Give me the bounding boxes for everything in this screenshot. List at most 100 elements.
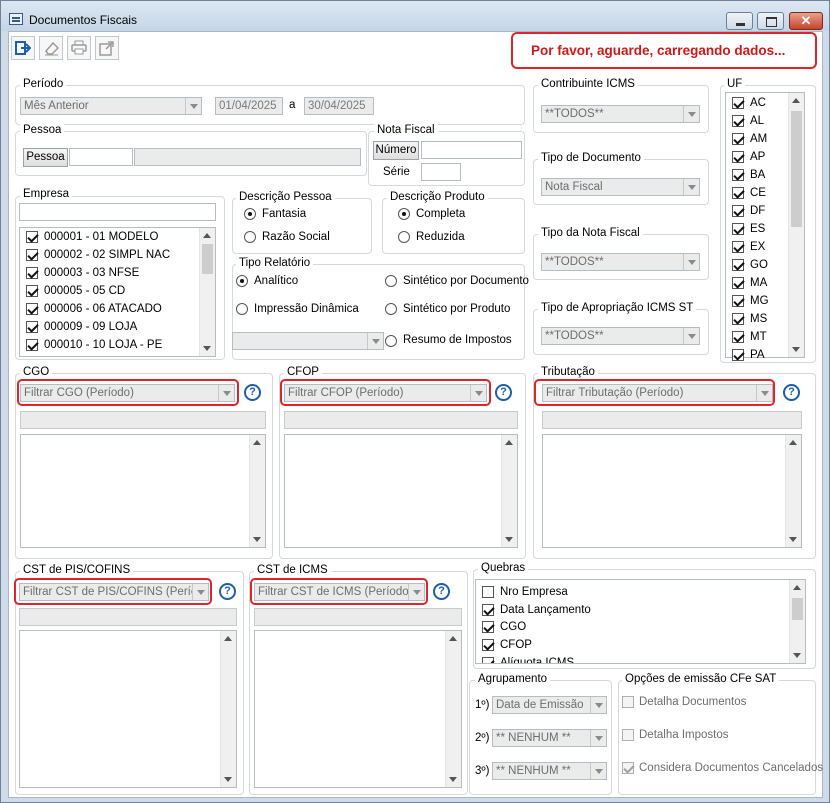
quebras-checkbox[interactable] <box>482 603 494 616</box>
cst-pis-filter-select[interactable]: Filtrar CST de PIS/COFINS (Período) <box>19 583 209 601</box>
sintetico-documento-radio[interactable] <box>385 275 397 287</box>
quebras-checkbox[interactable] <box>482 621 494 634</box>
empresa-checkbox[interactable] <box>26 285 38 297</box>
uf-checkbox[interactable] <box>732 169 744 181</box>
cgo-filter-select[interactable]: Filtrar CGO (Período) <box>20 384 235 402</box>
minimize-button[interactable] <box>726 12 753 30</box>
empresa-scrollbar[interactable] <box>199 228 215 356</box>
maximize-button[interactable] <box>757 12 784 30</box>
completa-radio[interactable] <box>398 208 410 220</box>
tipo-apropriacao-select[interactable]: **TODOS** <box>541 327 700 345</box>
empresa-checkbox[interactable] <box>26 339 38 351</box>
empresa-checkbox[interactable] <box>26 249 38 261</box>
quebras-checkbox[interactable] <box>482 656 494 663</box>
quebras-checkbox[interactable] <box>482 586 494 598</box>
uf-checkbox[interactable] <box>732 133 744 145</box>
quebras-list[interactable]: Nro Empresa Data Lançamento CGO CFOP Alíquot… <box>475 579 806 664</box>
uf-checkbox[interactable] <box>732 115 744 127</box>
uf-checkbox[interactable] <box>732 151 744 163</box>
empresa-list[interactable]: 000001 - 01 MODELO 000002 - 02 SIMPL NAC 0… <box>19 227 216 357</box>
fantasia-radio[interactable] <box>244 208 256 220</box>
empresa-checkbox[interactable] <box>26 231 38 243</box>
uf-checkbox[interactable] <box>732 97 744 109</box>
empresa-filter-field[interactable] <box>19 203 216 221</box>
cst-pis-help-icon[interactable]: ? <box>219 583 236 600</box>
scroll-thumb[interactable] <box>202 244 213 274</box>
uf-checkbox[interactable] <box>732 205 744 217</box>
reduzida-radio[interactable] <box>398 231 410 243</box>
cst-icms-filter-select[interactable]: Filtrar CST de ICMS (Período) <box>254 583 425 601</box>
detalha-impostos-checkbox[interactable] <box>622 729 634 741</box>
detalha-documentos-checkbox[interactable] <box>622 696 634 708</box>
tributacao-help-icon[interactable]: ? <box>783 384 800 401</box>
tipo-apropriacao-label: Tipo de Apropriação ICMS ST <box>538 302 697 314</box>
contribuinte-select[interactable]: **TODOS** <box>541 105 700 123</box>
cst-icms-scrollbar[interactable] <box>445 631 461 787</box>
print-button[interactable] <box>67 36 91 60</box>
serie-field[interactable] <box>421 163 461 181</box>
numero-button[interactable]: Número <box>373 141 419 160</box>
pessoa-code-field[interactable] <box>69 148 133 166</box>
uf-checkbox[interactable] <box>732 187 744 199</box>
quebras-scrollbar[interactable] <box>789 580 805 663</box>
analitico-radio[interactable] <box>236 275 248 287</box>
agrup-3-select[interactable]: ** NENHUM ** <box>492 762 607 780</box>
tributacao-filter-select[interactable]: Filtrar Tributação (Período) <box>542 384 773 402</box>
cfop-list[interactable] <box>284 434 518 548</box>
cst-icms-help-icon[interactable]: ? <box>433 583 450 600</box>
agrup-2-ord: 2º) <box>475 732 490 744</box>
cfop-filter-select[interactable]: Filtrar CFOP (Período) <box>284 384 487 402</box>
cst-pis-list[interactable] <box>19 630 237 788</box>
numero-field[interactable] <box>421 141 522 159</box>
descricao-pessoa-group <box>232 198 372 254</box>
cgo-list[interactable] <box>20 434 266 548</box>
uf-checkbox[interactable] <box>732 313 744 325</box>
uf-checkbox[interactable] <box>732 295 744 307</box>
sintetico-documento-label: Sintético por Documento <box>403 275 529 287</box>
scroll-thumb[interactable] <box>792 598 803 620</box>
cfop-scrollbar[interactable] <box>501 435 517 547</box>
razao-social-radio[interactable] <box>244 231 256 243</box>
cgo-help-icon[interactable]: ? <box>244 384 261 401</box>
uf-checkbox[interactable] <box>732 223 744 235</box>
resumo-impostos-radio[interactable] <box>385 335 397 347</box>
cst-pis-selection-bar <box>19 608 237 626</box>
exit-button[interactable] <box>11 36 35 60</box>
uf-checkbox[interactable] <box>732 259 744 271</box>
export-button[interactable] <box>95 36 119 60</box>
export-icon <box>99 41 114 56</box>
close-button[interactable]: ✕ <box>789 12 823 30</box>
uf-checkbox[interactable] <box>732 277 744 289</box>
periodo-select[interactable]: Mês Anterior <box>20 97 202 115</box>
uf-checkbox[interactable] <box>732 331 744 343</box>
pessoa-button[interactable]: Pessoa <box>23 148 68 167</box>
considera-cancelados-checkbox[interactable] <box>622 762 634 774</box>
cfop-help-icon[interactable]: ? <box>495 384 512 401</box>
impressao-dinamica-radio[interactable] <box>236 303 248 315</box>
tipo-documento-select[interactable]: Nota Fiscal <box>541 178 700 196</box>
empresa-checkbox[interactable] <box>26 303 38 315</box>
clear-button[interactable] <box>39 36 63 60</box>
tipo-nota-select[interactable]: **TODOS** <box>541 253 700 271</box>
tributacao-list[interactable] <box>542 434 802 548</box>
cst-icms-list[interactable] <box>254 630 462 788</box>
empresa-checkbox[interactable] <box>26 321 38 333</box>
uf-scrollbar[interactable] <box>788 93 804 357</box>
sintetico-produto-radio[interactable] <box>385 303 397 315</box>
agrup-2-select[interactable]: ** NENHUM ** <box>492 729 607 747</box>
pessoa-name-field <box>134 148 361 166</box>
cgo-scrollbar[interactable] <box>249 435 265 547</box>
scroll-thumb[interactable] <box>791 111 802 227</box>
uf-checkbox[interactable] <box>732 241 744 253</box>
impressao-dinamica-select[interactable] <box>232 332 384 350</box>
date-to-field[interactable]: 30/04/2025 <box>304 97 374 115</box>
uf-list[interactable]: AC AL AM AP BA CE DF ES EX GO MA MG MS MT PA <box>725 92 805 361</box>
empresa-item-label: 000005 - 05 CD <box>44 285 126 297</box>
uf-checkbox[interactable] <box>732 349 744 361</box>
cst-pis-scrollbar[interactable] <box>220 631 236 787</box>
empresa-checkbox[interactable] <box>26 267 38 279</box>
quebras-checkbox[interactable] <box>482 639 494 652</box>
tributacao-scrollbar[interactable] <box>785 435 801 547</box>
agrup-1-select[interactable]: Data de Emissão <box>492 696 607 714</box>
date-from-field[interactable]: 01/04/2025 <box>215 97 283 115</box>
